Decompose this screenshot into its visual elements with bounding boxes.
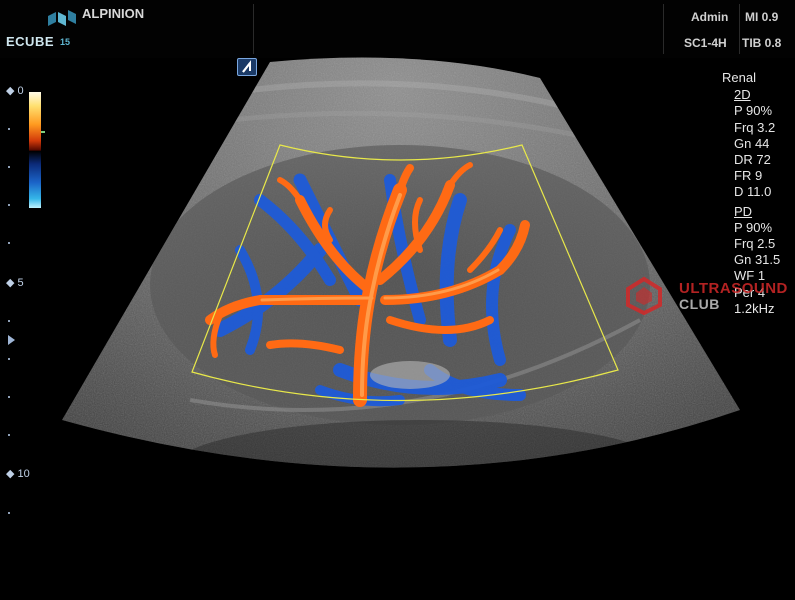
depth-tick [8, 242, 10, 244]
param-2d-depth: D 11.0 [734, 184, 772, 200]
depth-tick [8, 320, 10, 322]
param-2d-gain: Gn 44 [734, 135, 770, 151]
ultrasound-club-watermark: ULTRASOUND CLUB [624, 273, 794, 315]
mode-pd-title: PD [734, 203, 753, 219]
watermark-line2: CLUB [679, 296, 720, 312]
color-map-baseline [41, 131, 45, 133]
watermark-line1: ULTRASOUND [679, 280, 788, 297]
param-2d-frequency: Frq 3.2 [734, 119, 776, 135]
watermark-logo-icon [626, 276, 662, 315]
preset-name: Renal [722, 70, 756, 85]
depth-label-10: ◆ 10 [6, 468, 30, 480]
focus-marker[interactable] [8, 335, 15, 345]
depth-label-5: ◆ 5 [6, 277, 24, 289]
doppler-color-map [29, 92, 41, 208]
depth-tick [8, 396, 10, 398]
param-2d-power: P 90% [734, 103, 773, 119]
depth-tick [8, 204, 10, 206]
depth-tick [8, 434, 10, 436]
param-pd-gain: Gn 31.5 [734, 252, 781, 268]
depth-tick [8, 166, 10, 168]
depth-tick [8, 512, 10, 514]
depth-tick [8, 128, 10, 130]
param-pd-power: P 90% [734, 219, 773, 235]
mode-2d-title: 2D [734, 87, 751, 103]
depth-tick [8, 358, 10, 360]
param-2d-dynamic-range: DR 72 [734, 152, 771, 168]
depth-label-0: ◆ 0 [6, 85, 24, 97]
param-pd-frequency: Frq 2.5 [734, 236, 776, 252]
param-2d-frame-rate: FR 9 [734, 168, 763, 184]
